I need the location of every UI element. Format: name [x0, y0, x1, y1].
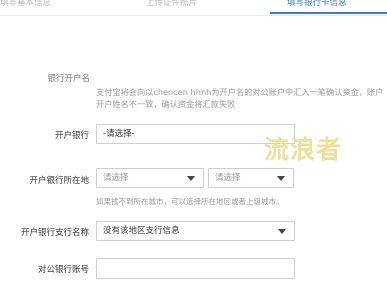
bank-location-label: 开户银行所在地 — [29, 176, 89, 186]
step-basic-info: 填写基本信息 — [0, 0, 52, 8]
account-number-input[interactable] — [96, 258, 295, 279]
account-name-notice: 支付宝将会向以chencen hhhh为开户名的对公账户中汇入一笔确认资金，账户… — [96, 87, 384, 109]
step-bank-card-info: 填写银行卡信息 — [287, 0, 347, 8]
account-name-label: 银行开户名 — [47, 74, 90, 84]
chevron-down-icon — [278, 229, 286, 234]
city-select[interactable]: 请选择 — [208, 168, 294, 188]
bank-select-value: -请选择- — [103, 129, 135, 139]
header-divider — [0, 15, 387, 16]
watermark: 流浪者 — [264, 135, 343, 164]
chevron-down-icon — [187, 176, 195, 181]
branch-label: 开户银行支行名称 — [20, 228, 89, 238]
step-upload-photos: 上传证件照片 — [146, 0, 198, 8]
location-hint: 如果找不到所在城市，可以选择所在地区或者上级城市。 — [96, 197, 284, 206]
step-progress: 填写基本信息 上传证件照片 填写银行卡信息 — [0, 0, 387, 14]
province-select-placeholder: 请选择 — [103, 173, 129, 183]
branch-select[interactable]: 没有该地区支行信息 — [96, 221, 295, 241]
account-number-label: 对公银行账号 — [37, 265, 89, 275]
branch-select-value: 没有该地区支行信息 — [103, 226, 180, 236]
bank-label: 开户银行 — [54, 131, 89, 141]
chevron-down-icon — [277, 176, 285, 181]
city-select-placeholder: 请选择 — [215, 173, 241, 183]
active-step-indicator — [270, 12, 387, 14]
province-select[interactable]: 请选择 — [96, 168, 204, 188]
